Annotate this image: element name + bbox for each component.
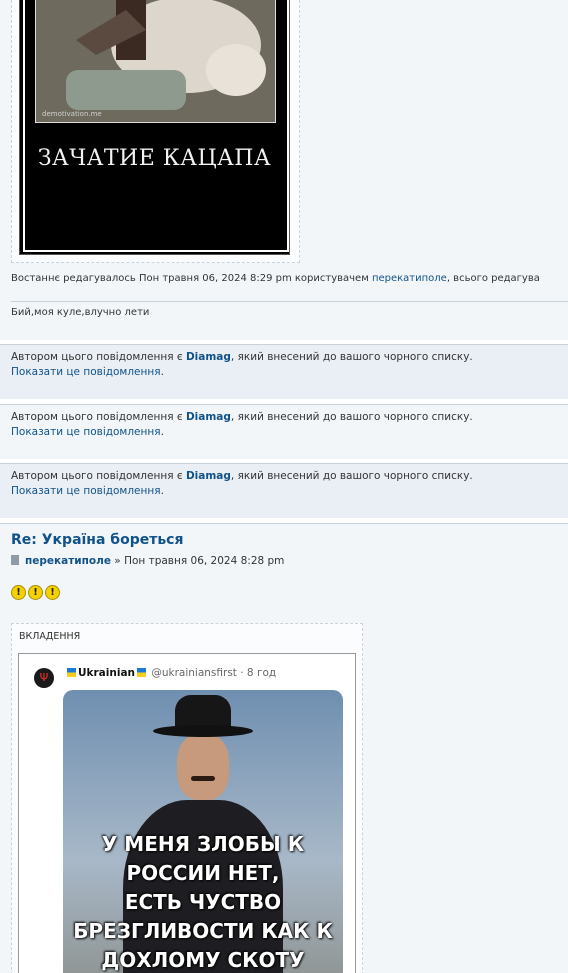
- attachments-label: ВКЛАДЕННЯ: [19, 631, 81, 642]
- post-author[interactable]: перекатиполе: [25, 555, 111, 567]
- post-meta: перекатиполе » Пон травня 06, 2024 8:28 …: [11, 555, 284, 567]
- blocked-author[interactable]: Diamag: [186, 470, 231, 482]
- show-post-link[interactable]: Показати це повідомлення: [11, 366, 161, 378]
- blocked-notice: Автором цього повідомлення є Diamag, яки…: [11, 411, 473, 423]
- flag-icon: [137, 668, 147, 677]
- smileys: !!!: [11, 580, 62, 600]
- attachments-box: ВКЛАДЕННЯ Ψ Ukrainian @ukrainiansfirst ·…: [11, 623, 363, 973]
- blocked-post: Автором цього повідомлення є Diamag, яки…: [0, 404, 568, 459]
- blocked-post: Автором цього повідомлення є Diamag, яки…: [0, 463, 568, 518]
- exclamation-smiley-icon: !: [45, 585, 60, 600]
- edit-note-prefix: Востаннє редагувалось Пон травня 06, 202…: [11, 273, 372, 284]
- edit-note-suffix: , всього редагува: [446, 273, 540, 284]
- demotivator-caption: ЗАЧАТИЕ КАЦАПА: [37, 146, 272, 171]
- blocked-author[interactable]: Diamag: [186, 411, 231, 423]
- post-date: Пон травня 06, 2024 8:28 pm: [124, 555, 285, 567]
- demotivator-photo: demotivation.me: [35, 0, 276, 123]
- signature: Бий,моя куле,влучно лети: [11, 307, 150, 318]
- flag-icon: [67, 668, 76, 677]
- watermark: demotivation.me: [42, 110, 102, 118]
- edit-user-link[interactable]: перекатиполе: [372, 273, 447, 284]
- post-title[interactable]: Re: Україна бореться: [11, 532, 183, 548]
- tweet-image: У МЕНЯ ЗЛОБЫ К РОССИИ НЕТ, ЕСТЬ ЧУСТВО Б…: [63, 690, 343, 973]
- blocked-post: Автором цього повідомлення є Diamag, яки…: [0, 344, 568, 399]
- tweet-screenshot[interactable]: Ψ Ukrainian @ukrainiansfirst · 8 год У М…: [18, 653, 356, 973]
- blocked-author[interactable]: Diamag: [186, 351, 231, 363]
- tweet-handle: @ukrainiansfirst · 8 год: [151, 667, 277, 679]
- edit-note: Востаннє редагувалось Пон травня 06, 202…: [11, 273, 540, 284]
- exclamation-smiley-icon: !: [28, 585, 43, 600]
- blocked-notice: Автором цього повідомлення є Diamag, яки…: [11, 470, 473, 482]
- post-top: demotivation.me ЗАЧАТИЕ КАЦАПА Востаннє …: [0, 0, 568, 340]
- forum-page: demotivation.me ЗАЧАТИЕ КАЦАПА Востаннє …: [0, 0, 568, 973]
- tweet-image-text: У МЕНЯ ЗЛОБЫ К РОССИИ НЕТ, ЕСТЬ ЧУСТВО Б…: [73, 832, 333, 972]
- tweet-name: Ukrainian: [78, 667, 136, 679]
- post: Re: Україна бореться перекатиполе » Пон …: [0, 523, 568, 973]
- demotivator-image[interactable]: demotivation.me ЗАЧАТИЕ КАЦАПА: [19, 0, 290, 255]
- trident-avatar-icon: Ψ: [34, 668, 54, 688]
- show-post-link[interactable]: Показати це повідомлення: [11, 426, 161, 438]
- post-icon[interactable]: [11, 555, 19, 565]
- signature-divider: [11, 301, 568, 302]
- exclamation-smiley-icon: !: [11, 585, 26, 600]
- attachment-image-frame: demotivation.me ЗАЧАТИЕ КАЦАПА: [11, 0, 300, 263]
- blocked-notice: Автором цього повідомлення є Diamag, яки…: [11, 351, 473, 363]
- show-post-link[interactable]: Показати це повідомлення: [11, 485, 161, 497]
- tweet-header: Ukrainian @ukrainiansfirst · 8 год: [65, 667, 276, 679]
